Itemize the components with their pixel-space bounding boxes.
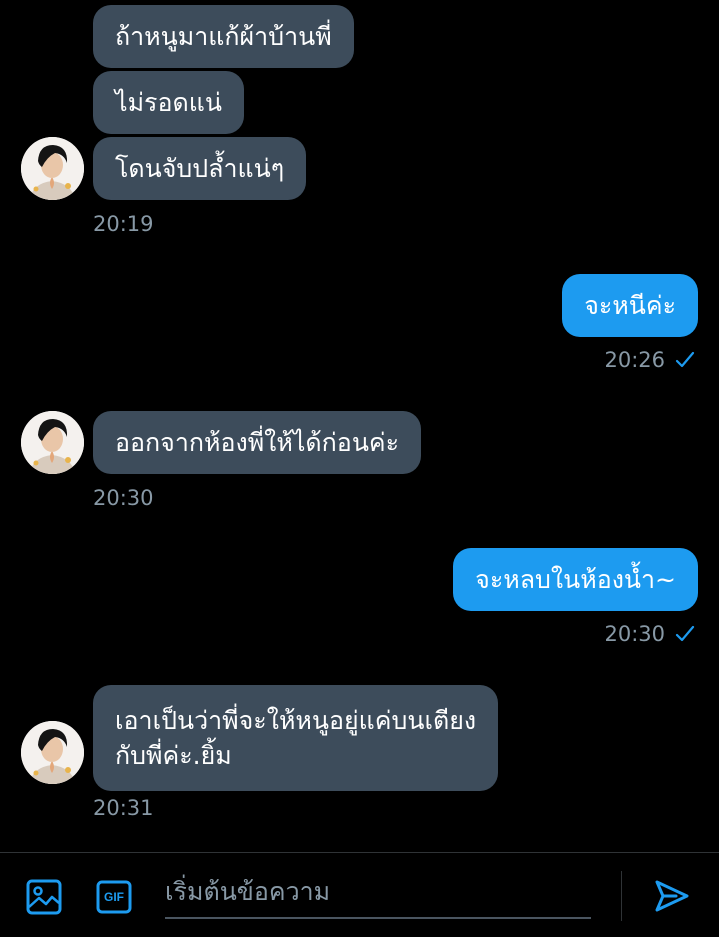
message-timestamp: 20:30	[604, 622, 665, 646]
gif-label: GIF	[104, 890, 124, 904]
message-text-line: กับพี่ค่ะ.ยิ้ม	[115, 741, 232, 770]
send-icon[interactable]	[654, 879, 690, 917]
avatar[interactable]	[21, 137, 84, 200]
message-text: ถ้าหนูมาแก้ผ้าบ้านพี่	[115, 22, 332, 51]
message-text-line: เอาเป็นว่าพี่จะให้หนูอยู่แค่บนเตียง	[115, 706, 477, 735]
avatar[interactable]	[21, 411, 84, 474]
outgoing-message[interactable]: จะหนีค่ะ	[562, 274, 698, 337]
incoming-message[interactable]: ออกจากห้องพี่ให้ได้ก่อนค่ะ	[93, 411, 422, 474]
message-composer: GIF	[0, 852, 719, 937]
gif-icon[interactable]: GIF	[96, 879, 132, 919]
dm-conversation-screen: ถ้าหนูมาแก้ผ้าบ้านพี่ ไม่รอดแน่ โดนจับปล…	[0, 0, 719, 937]
message-input-container[interactable]	[165, 871, 591, 919]
incoming-message[interactable]: ไม่รอดแน่	[93, 71, 244, 134]
avatar-photo	[21, 137, 84, 200]
incoming-message[interactable]: โดนจับปล้ำแน่ๆ	[93, 137, 307, 200]
message-meta: 20:26	[604, 348, 695, 372]
check-icon	[675, 351, 695, 368]
image-icon[interactable]	[26, 879, 62, 919]
incoming-message[interactable]: ถ้าหนูมาแก้ผ้าบ้านพี่	[93, 5, 354, 68]
message-meta: 20:30	[604, 622, 695, 646]
message-text: ออกจากห้องพี่ให้ได้ก่อนค่ะ	[115, 428, 400, 457]
avatar[interactable]	[21, 721, 84, 784]
check-icon	[675, 625, 695, 642]
message-timestamp: 20:26	[604, 348, 665, 372]
incoming-message[interactable]: เอาเป็นว่าพี่จะให้หนูอยู่แค่บนเตียง กับพ…	[93, 685, 499, 791]
message-timestamp: 20:31	[93, 796, 154, 820]
message-text: ไม่รอดแน่	[115, 88, 222, 117]
message-text: จะหนีค่ะ	[584, 291, 676, 320]
avatar-photo	[21, 721, 84, 784]
message-input[interactable]	[165, 871, 591, 911]
avatar-photo	[21, 411, 84, 474]
message-timestamp: 20:19	[93, 212, 154, 236]
outgoing-message[interactable]: จะหลบในห้องน้ำ~	[453, 548, 698, 611]
composer-divider	[621, 871, 622, 921]
message-timestamp: 20:30	[93, 486, 154, 510]
message-text: จะหลบในห้องน้ำ~	[475, 565, 676, 594]
message-text: โดนจับปล้ำแน่ๆ	[115, 154, 285, 183]
